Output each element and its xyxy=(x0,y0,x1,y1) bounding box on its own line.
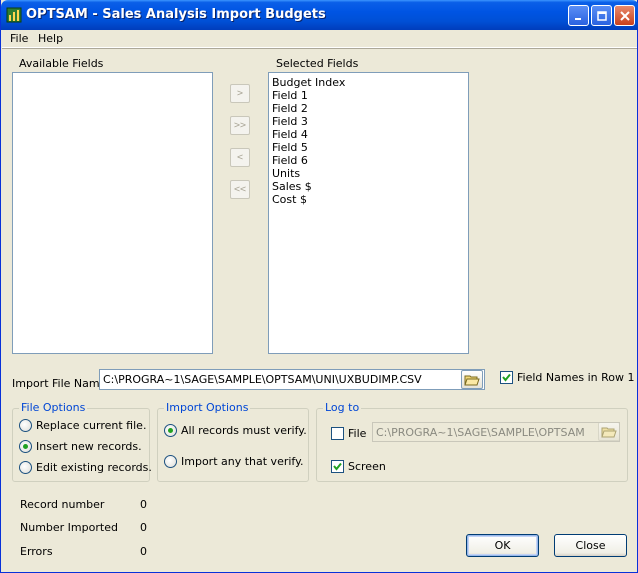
import-options-title: Import Options xyxy=(164,401,251,414)
import-budgets-window: OPTSAM - Sales Analysis Import Budgets F… xyxy=(0,0,638,573)
radio-label: Edit existing records. xyxy=(36,461,152,474)
list-item[interactable]: Field 1 xyxy=(272,89,308,102)
add-all-fields-button[interactable]: >> xyxy=(230,116,250,135)
radio-label: Replace current file. xyxy=(36,419,147,432)
errors-label: Errors xyxy=(20,545,53,558)
file-options-title: File Options xyxy=(19,401,88,414)
checkbox-box[interactable] xyxy=(500,371,513,384)
menu-bar: File Help xyxy=(2,30,637,48)
log-to-screen-checkbox[interactable]: Screen xyxy=(331,460,386,473)
log-file-path-input[interactable]: C:\PROGRA~1\SAGE\SAMPLE\OPTSAM xyxy=(372,422,620,442)
list-item[interactable]: Field 3 xyxy=(272,115,308,128)
selected-fields-label: Selected Fields xyxy=(276,57,359,70)
field-names-row1-checkbox[interactable]: Field Names in Row 1 xyxy=(500,371,634,384)
close-button[interactable]: Close xyxy=(554,534,627,557)
field-names-row1-label: Field Names in Row 1 xyxy=(517,371,635,384)
list-item[interactable]: Field 4 xyxy=(272,128,308,141)
file-options-group: File Options Replace current file. Inser… xyxy=(12,401,152,482)
maximize-icon xyxy=(596,10,607,21)
import-file-label: Import File Name xyxy=(12,377,107,390)
minimize-icon xyxy=(574,17,581,20)
number-imported-label: Number Imported xyxy=(20,521,118,534)
remove-field-button[interactable]: < xyxy=(230,148,250,167)
import-any-that-verify-radio[interactable]: Import any that verify. xyxy=(164,455,304,468)
radio-label: All records must verify. xyxy=(181,424,307,437)
radio-indicator[interactable] xyxy=(19,419,32,432)
browse-import-file-button[interactable] xyxy=(461,370,483,389)
list-item[interactable]: Budget Index xyxy=(272,76,345,89)
log-to-title: Log to xyxy=(323,401,362,414)
errors-value: 0 xyxy=(140,545,147,558)
browse-log-file-button[interactable] xyxy=(598,422,620,441)
checkbox-box[interactable] xyxy=(331,427,344,440)
radio-label: Insert new records. xyxy=(36,440,142,453)
edit-existing-records-radio[interactable]: Edit existing records. xyxy=(19,461,152,474)
available-fields-list[interactable] xyxy=(12,72,213,354)
replace-current-file-radio[interactable]: Replace current file. xyxy=(19,419,146,432)
remove-all-fields-button[interactable]: << xyxy=(230,180,250,199)
list-item[interactable]: Field 6 xyxy=(272,154,308,167)
import-options-group: Import Options All records must verify. … xyxy=(157,401,309,482)
menu-file[interactable]: File xyxy=(10,32,28,45)
log-to-file-label: File xyxy=(348,427,367,440)
list-item[interactable]: Field 2 xyxy=(272,102,308,115)
checkmark-icon xyxy=(502,373,511,382)
selected-fields-list[interactable]: Budget Index Field 1 Field 2 Field 3 Fie… xyxy=(268,72,469,354)
log-to-file-checkbox[interactable]: File xyxy=(331,427,366,440)
log-to-screen-label: Screen xyxy=(348,460,386,473)
radio-indicator[interactable] xyxy=(164,424,177,437)
app-icon xyxy=(6,7,22,23)
folder-open-icon xyxy=(601,427,617,437)
radio-indicator[interactable] xyxy=(19,440,32,453)
radio-indicator[interactable] xyxy=(164,455,177,468)
all-records-must-verify-radio[interactable]: All records must verify. xyxy=(164,424,307,437)
ok-button[interactable]: OK xyxy=(466,534,539,557)
list-item[interactable]: Units xyxy=(272,167,300,180)
menu-help[interactable]: Help xyxy=(38,32,63,45)
radio-label: Import any that verify. xyxy=(181,455,304,468)
maximize-button[interactable] xyxy=(591,5,612,26)
folder-open-icon xyxy=(464,375,480,385)
number-imported-value: 0 xyxy=(140,521,147,534)
list-item[interactable]: Cost $ xyxy=(272,193,307,206)
list-item[interactable]: Field 5 xyxy=(272,141,308,154)
checkbox-box[interactable] xyxy=(331,460,344,473)
available-fields-label: Available Fields xyxy=(19,57,104,70)
insert-new-records-radio[interactable]: Insert new records. xyxy=(19,440,142,453)
radio-indicator[interactable] xyxy=(19,461,32,474)
minimize-button[interactable] xyxy=(568,5,589,26)
import-file-input[interactable]: C:\PROGRA~1\SAGE\SAMPLE\OPTSAM\UNI\UXBUD… xyxy=(99,369,485,390)
title-bar[interactable]: OPTSAM - Sales Analysis Import Budgets xyxy=(1,0,638,30)
checkmark-icon xyxy=(333,462,342,471)
add-field-button[interactable]: > xyxy=(230,84,250,103)
close-window-button[interactable] xyxy=(614,5,635,26)
list-item[interactable]: Sales $ xyxy=(272,180,312,193)
window-title: OPTSAM - Sales Analysis Import Budgets xyxy=(26,7,326,22)
log-to-group: Log to File C:\PROGRA~1\SAGE\SAMPLE\OPTS… xyxy=(316,401,628,482)
close-icon xyxy=(619,10,630,21)
record-number-label: Record number xyxy=(20,498,105,511)
record-number-value: 0 xyxy=(140,498,147,511)
